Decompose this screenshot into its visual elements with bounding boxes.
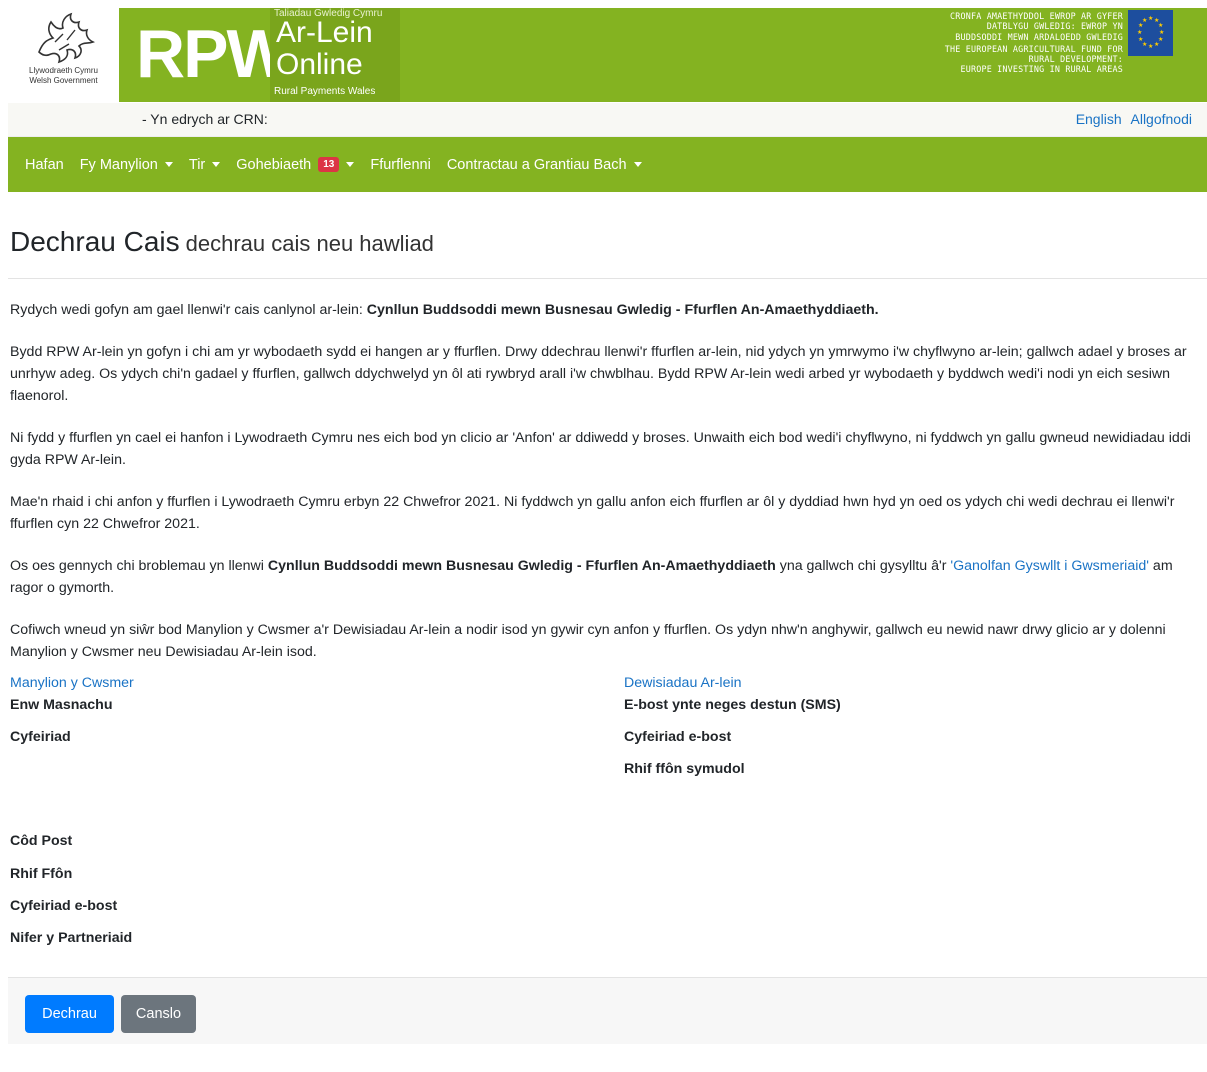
online-logo-welsh: Ar-Lein bbox=[276, 16, 373, 49]
english-link[interactable]: English bbox=[1076, 111, 1122, 127]
crn-bar: - Yn edrych ar CRN: English Allgofnodi bbox=[8, 103, 1207, 137]
partners-count-label: Nifer y Partneriaid bbox=[10, 930, 133, 946]
intro-paragraph-3: Ni fydd y ffurflen yn cael ei hanfon i L… bbox=[10, 430, 1191, 468]
nav-home-label: Hafan bbox=[25, 156, 64, 173]
crn-label: - Yn edrych ar CRN: bbox=[142, 111, 268, 127]
p5-text-b: yna gallwch chi gysylltu â'r bbox=[775, 558, 951, 574]
eu-text-line: BUDDSODDI MEWN ARDALOEDD GWLEDIG bbox=[955, 31, 1123, 42]
svg-text:★: ★ bbox=[1142, 17, 1147, 24]
page-title: Dechrau Cais bbox=[10, 226, 180, 257]
email-label: Cyfeiriad e-bost bbox=[10, 898, 118, 914]
nav-land-label: Tir bbox=[188, 156, 206, 173]
eu-text-line: CRONFA AMAETHYDDOL EWROP AR GYFER bbox=[950, 11, 1123, 21]
intro-paragraph-4: Mae'n rhaid i chi anfon y ffurflen i Lyw… bbox=[10, 494, 1175, 532]
customer-details-link[interactable]: Manylion y Cwsmer bbox=[10, 673, 610, 693]
svg-text:★: ★ bbox=[1154, 41, 1159, 48]
trading-name-label: Enw Masnachu bbox=[10, 697, 113, 713]
postcode-label: Côd Post bbox=[10, 833, 73, 849]
chevron-down-icon bbox=[212, 162, 221, 167]
chevron-down-icon bbox=[346, 162, 355, 167]
eu-flag-icon: ★ ★ ★ ★ ★ ★ ★ ★ ★ ★ ★ ★ bbox=[1128, 10, 1173, 56]
nav-home[interactable]: Hafan bbox=[25, 157, 64, 173]
svg-text:★: ★ bbox=[1148, 43, 1153, 50]
eu-text-line: THE EUROPEAN AGRICULTURAL FUND FOR bbox=[944, 43, 1123, 54]
eu-stars-icon: ★ ★★ ★★★ ★★★ ★★★ bbox=[1137, 15, 1164, 50]
address-label: Cyfeiriad bbox=[10, 729, 71, 745]
ar-lein-online-logo[interactable]: Taliadau Gwledig Cymru Ar-Lein Online Ru… bbox=[270, 8, 400, 102]
unread-count-badge: 13 bbox=[318, 157, 340, 172]
nav-land[interactable]: Tir bbox=[188, 156, 221, 173]
svg-text:★: ★ bbox=[1137, 29, 1142, 36]
online-preferences-link[interactable]: Dewisiadau Ar-lein bbox=[624, 673, 1184, 693]
main-content: Dechrau Cais dechrau cais neu hawliad Ryd… bbox=[8, 192, 1207, 1044]
svg-text:★: ★ bbox=[1138, 36, 1143, 43]
online-logo-bottom-text: Rural Payments Wales bbox=[274, 86, 376, 97]
pref-email-label: Cyfeiriad e-bost bbox=[624, 729, 732, 745]
eu-text-line: DATBLYGU GWLEDIG: EWROP YN bbox=[986, 21, 1123, 32]
svg-text:★: ★ bbox=[1159, 29, 1164, 36]
details-columns: Manylion y Cwsmer Enw Masnachu Cyfeiriad… bbox=[8, 673, 1207, 977]
wg-logo-text: Llywodraeth Cymru Welsh Government bbox=[29, 66, 98, 86]
scheme-name: Cynllun Buddsoddi mewn Busnesau Gwledig … bbox=[366, 302, 879, 318]
chevron-down-icon bbox=[164, 162, 173, 167]
wg-logo-line2: Welsh Government bbox=[29, 76, 98, 85]
intro-text: Rydych wedi gofyn am gael llenwi'r cais … bbox=[8, 299, 1200, 663]
rpw-logo[interactable]: RPW bbox=[136, 14, 291, 94]
header-links: English Allgofnodi bbox=[1071, 111, 1192, 127]
nav-contracts-label: Contractau a Grantiau Bach bbox=[446, 156, 627, 173]
svg-text:★: ★ bbox=[1158, 22, 1163, 29]
online-preferences: Dewisiadau Ar-lein E-bost ynte neges des… bbox=[624, 673, 1184, 777]
intro-paragraph-5: Os oes gennych chi broblemau yn llenwi C… bbox=[10, 555, 1200, 599]
eu-text-line: RURAL DEVELOPMENT: bbox=[1028, 54, 1123, 65]
nav-my-details[interactable]: Fy Manylion bbox=[80, 157, 173, 173]
p1-text: Rydych wedi gofyn am gael llenwi'r cais … bbox=[10, 302, 367, 318]
customer-details: Manylion y Cwsmer Enw Masnachu Cyfeiriad… bbox=[10, 673, 610, 946]
intro-paragraph-6: Cofiwch wneud yn siŵr bod Manylion y Cws… bbox=[10, 622, 1166, 660]
online-logo-english: Online bbox=[276, 48, 363, 81]
intro-paragraph-2: Bydd RPW Ar-lein yn gofyn i chi am yr wy… bbox=[10, 344, 1187, 404]
page-subtitle: dechrau cais neu hawliad bbox=[185, 231, 434, 256]
start-button[interactable]: Dechrau bbox=[25, 995, 114, 1033]
nav-my-details-label: Fy Manylion bbox=[79, 156, 158, 173]
dragon-icon bbox=[37, 12, 95, 64]
eu-text-line: EUROPE INVESTING IN RURAL AREAS bbox=[960, 64, 1123, 75]
scheme-name: Cynllun Buddsoddi mewn Busnesau Gwledig … bbox=[267, 558, 776, 574]
logout-link[interactable]: Allgofnodi bbox=[1131, 111, 1193, 127]
nav-correspondence-label: Gohebiaeth bbox=[236, 156, 312, 173]
nav-forms[interactable]: Ffurflenni bbox=[370, 157, 430, 173]
nav-correspondence[interactable]: Gohebiaeth 13 bbox=[236, 156, 355, 173]
contact-method-label: E-bost ynte neges destun (SMS) bbox=[624, 697, 841, 713]
phone-label: Rhif Ffôn bbox=[10, 866, 73, 882]
main-nav: Hafan Fy Manylion Tir Gohebiaeth 13 Ffurf… bbox=[8, 137, 1207, 192]
intro-paragraph-1: Rydych wedi gofyn am gael llenwi'r cais … bbox=[10, 299, 1200, 321]
welsh-government-logo[interactable]: Llywodraeth Cymru Welsh Government bbox=[8, 8, 119, 102]
chevron-down-icon bbox=[633, 162, 642, 167]
eu-fund-text: CRONFA AMAETHYDDOL EWROP AR GYFER DATBLY… bbox=[873, 11, 1123, 75]
wg-logo-line1: Llywodraeth Cymru bbox=[29, 66, 98, 75]
nav-forms-label: Ffurflenni bbox=[370, 156, 431, 173]
p5-text-a: Os oes gennych chi broblemau yn llenwi bbox=[10, 558, 268, 574]
contact-centre-link[interactable]: 'Ganolfan Gyswllt i Gwsmeriaid' bbox=[950, 558, 1149, 574]
header-banner: Llywodraeth Cymru Welsh Government RPW T… bbox=[8, 8, 1207, 103]
svg-text:★: ★ bbox=[1148, 15, 1153, 22]
form-actions: Dechrau Canslo bbox=[8, 977, 1207, 1044]
cancel-button[interactable]: Canslo bbox=[121, 995, 196, 1033]
nav-contracts[interactable]: Contractau a Grantiau Bach bbox=[447, 157, 642, 173]
page-header: Dechrau Cais dechrau cais neu hawliad bbox=[8, 192, 1207, 279]
mobile-number-label: Rhif ffôn symudol bbox=[624, 761, 745, 777]
